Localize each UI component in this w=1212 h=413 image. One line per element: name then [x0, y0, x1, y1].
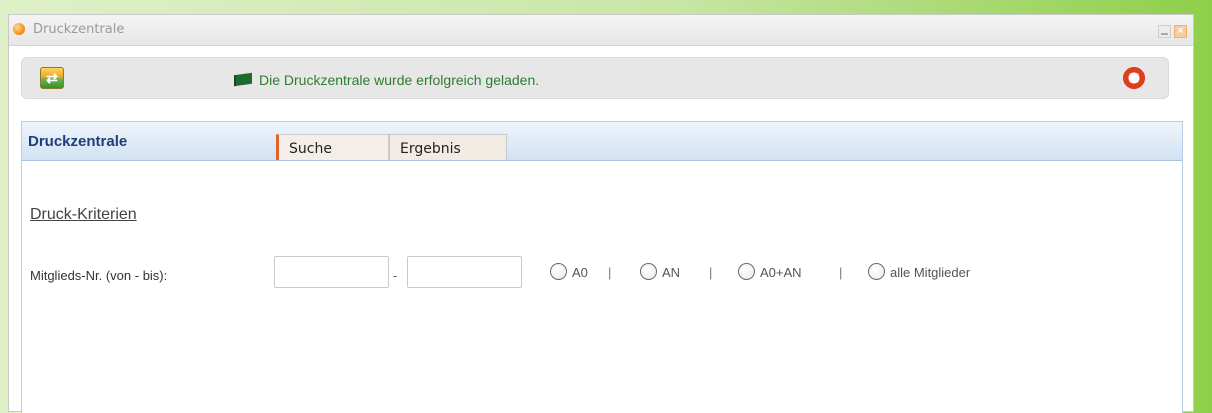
radio-a0[interactable] [550, 263, 567, 280]
toolbar: ⇄ Die Druckzentrale wurde erfolgreich ge… [21, 57, 1169, 99]
radio-a0-label: A0 [572, 265, 588, 280]
radio-all-members[interactable] [868, 263, 885, 280]
member-to-input[interactable] [407, 256, 522, 288]
option-separator: | [709, 265, 713, 280]
radio-an-label: AN [662, 265, 681, 280]
lifebuoy-icon[interactable] [1123, 67, 1145, 89]
radio-all-members-label: alle Mitglieder [890, 265, 971, 280]
option-separator: | [608, 265, 612, 280]
flag-icon [234, 73, 252, 87]
range-separator: - [393, 268, 398, 283]
window-title: Druckzentrale [33, 22, 125, 37]
app-orb-icon [13, 23, 25, 35]
member-range-label: Mitglieds-Nr. (von - bis): [30, 268, 168, 283]
tab-ergebnis[interactable]: Ergebnis [389, 134, 507, 160]
title-bar: Druckzentrale × [9, 15, 1193, 46]
section-title: Druck-Kriterien [30, 206, 137, 223]
option-separator: | [839, 265, 843, 280]
app-window: Druckzentrale × ⇄ Die Druckzentrale wurd… [8, 14, 1194, 413]
tab-suche[interactable]: Suche [276, 134, 389, 160]
panel-title: Druckzentrale [28, 133, 128, 150]
radio-a0-an[interactable] [738, 263, 755, 280]
status-text: Die Druckzentrale wurde erfolgreich gela… [259, 71, 540, 88]
panel-header: Druckzentrale Suche Ergebnis [22, 122, 1182, 161]
radio-an[interactable] [640, 263, 657, 280]
close-button[interactable]: × [1174, 25, 1187, 38]
druckzentrale-panel: Druckzentrale Suche Ergebnis Druck-Krite… [21, 121, 1183, 413]
minimize-button[interactable] [1158, 25, 1171, 38]
refresh-icon[interactable]: ⇄ [40, 67, 64, 89]
member-from-input[interactable] [274, 256, 389, 288]
status-message: Die Druckzentrale wurde erfolgreich gela… [234, 71, 539, 89]
radio-a0-an-label: A0+AN [760, 265, 802, 280]
